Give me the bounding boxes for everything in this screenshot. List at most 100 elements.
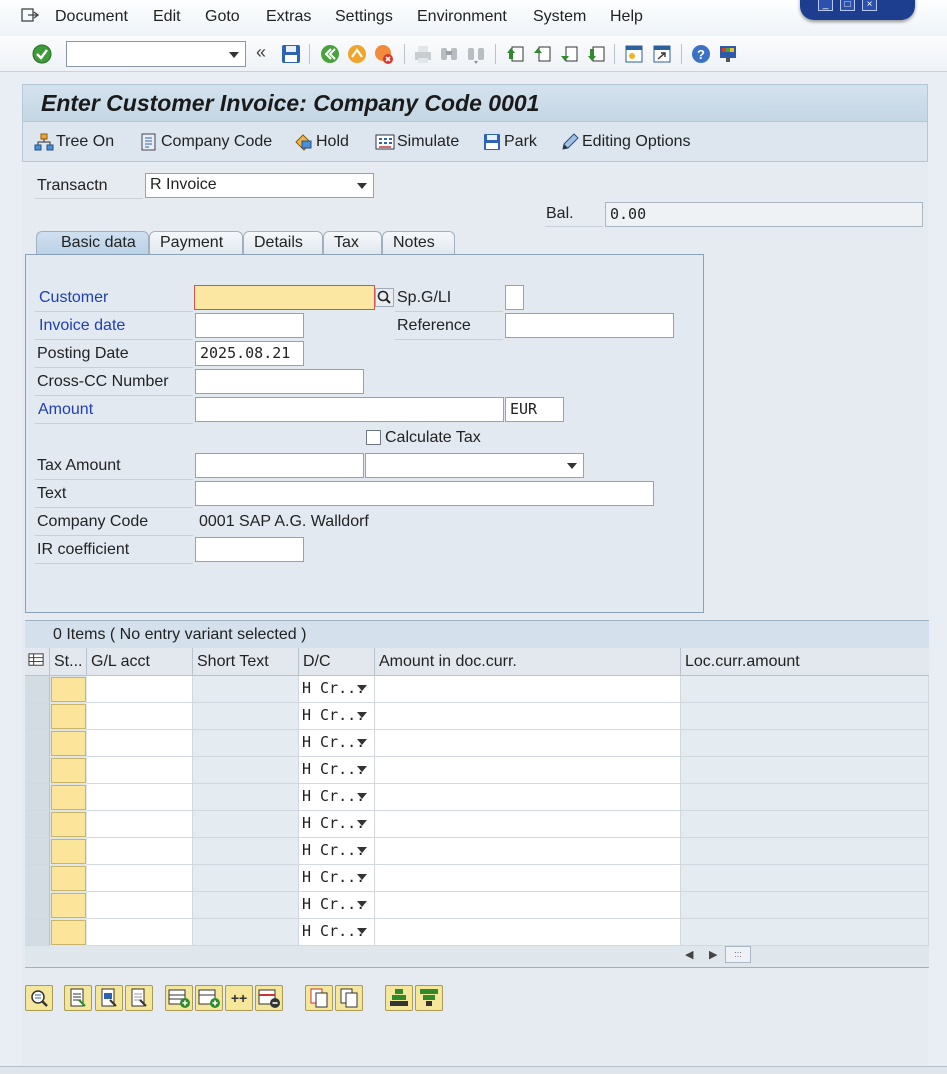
chevron-down-icon[interactable] [357, 712, 367, 718]
menu-exit-icon[interactable] [21, 7, 39, 23]
amount-doc-curr-cell[interactable] [375, 757, 681, 784]
copy-button[interactable] [305, 985, 333, 1011]
enter-icon[interactable] [31, 43, 53, 65]
chevron-down-icon[interactable] [357, 739, 367, 745]
save-icon[interactable] [280, 43, 302, 65]
row-selector[interactable] [25, 703, 50, 730]
simulate-button[interactable]: Simulate [375, 132, 459, 152]
dc-select[interactable]: H Cr... [299, 784, 375, 811]
menu-goto[interactable]: Goto [205, 8, 240, 26]
amount-doc-curr-cell[interactable] [375, 703, 681, 730]
dc-select[interactable]: H Cr... [299, 811, 375, 838]
dc-select[interactable]: H Cr... [299, 703, 375, 730]
park-button[interactable]: Park [482, 132, 537, 152]
tab-tax[interactable]: Tax [323, 231, 382, 255]
dc-select[interactable]: H Cr... [299, 757, 375, 784]
dc-select[interactable]: H Cr... [299, 838, 375, 865]
gl-account-cell[interactable] [87, 892, 193, 919]
dc-select[interactable]: H Cr... [299, 892, 375, 919]
row-selector[interactable] [25, 892, 50, 919]
row-selector[interactable] [25, 784, 50, 811]
insert-row-button[interactable] [165, 985, 193, 1011]
chevron-down-icon[interactable] [357, 874, 367, 880]
dc-select[interactable]: H Cr... [299, 730, 375, 757]
menu-system[interactable]: System [533, 8, 586, 26]
gl-account-cell[interactable] [87, 838, 193, 865]
delete-row-button[interactable] [255, 985, 283, 1011]
amount-doc-curr-cell[interactable] [375, 730, 681, 757]
amount-doc-curr-cell[interactable] [375, 919, 681, 946]
customer-input[interactable] [194, 285, 375, 310]
tree-on-button[interactable]: Tree On [34, 132, 114, 152]
collapse-chevron-icon[interactable]: « [256, 42, 266, 63]
chevron-down-icon[interactable] [357, 766, 367, 772]
deselect-button[interactable] [125, 985, 153, 1011]
close-icon[interactable]: × [862, 0, 877, 11]
row-selector[interactable] [25, 757, 50, 784]
shortcut-icon[interactable] [651, 43, 673, 65]
ir-coefficient-input[interactable] [195, 537, 304, 562]
chevron-down-icon[interactable] [357, 820, 367, 826]
find-icon[interactable] [438, 43, 460, 65]
tax-amount-input[interactable] [195, 453, 364, 478]
select-block-button[interactable] [95, 985, 123, 1011]
amount-doc-curr-cell[interactable] [375, 865, 681, 892]
gl-account-cell[interactable] [87, 784, 193, 811]
amount-doc-curr-cell[interactable] [375, 811, 681, 838]
exit-icon[interactable] [346, 43, 368, 65]
gl-account-cell[interactable] [87, 703, 193, 730]
help-icon[interactable]: ? [690, 43, 712, 65]
menu-extras[interactable]: Extras [266, 8, 311, 26]
gl-account-cell[interactable] [87, 919, 193, 946]
column-header-short-text[interactable]: Short Text [193, 648, 299, 676]
menu-environment[interactable]: Environment [417, 8, 507, 26]
gl-account-cell[interactable] [87, 676, 193, 703]
dc-select[interactable]: H Cr... [299, 676, 375, 703]
horizontal-scrollbar-thumb[interactable]: ::: [725, 946, 751, 963]
calculate-tax-checkbox[interactable] [366, 430, 381, 445]
next-page-icon[interactable] [558, 43, 580, 65]
sort-ascending-button[interactable] [385, 985, 413, 1011]
amount-doc-curr-cell[interactable] [375, 892, 681, 919]
last-page-icon[interactable] [585, 43, 607, 65]
menu-edit[interactable]: Edit [153, 8, 181, 26]
amount-doc-curr-cell[interactable] [375, 784, 681, 811]
select-all-button[interactable] [64, 985, 92, 1011]
add-row-button[interactable] [195, 985, 223, 1011]
row-selector[interactable] [25, 919, 50, 946]
dc-select[interactable]: H Cr... [299, 919, 375, 946]
command-field[interactable] [66, 41, 246, 67]
add-multiple-rows-button[interactable]: ++ [225, 985, 253, 1011]
gl-account-cell[interactable] [87, 730, 193, 757]
transaction-select[interactable]: R Invoice [145, 173, 374, 198]
table-settings-icon[interactable] [25, 648, 50, 676]
scroll-right-icon[interactable]: ▶ [709, 948, 717, 961]
gl-account-cell[interactable] [87, 865, 193, 892]
amount-doc-curr-cell[interactable] [375, 838, 681, 865]
gl-account-cell[interactable] [87, 811, 193, 838]
chevron-down-icon[interactable] [229, 52, 239, 58]
detail-button[interactable] [25, 985, 53, 1011]
scroll-left-icon[interactable]: ◀ [685, 948, 693, 961]
customize-layout-icon[interactable] [717, 43, 739, 65]
row-selector[interactable] [25, 811, 50, 838]
column-header-gl-account[interactable]: G/L acct [87, 648, 193, 676]
tab-notes[interactable]: Notes [382, 231, 455, 255]
invoice-date-input[interactable] [195, 313, 304, 338]
row-selector[interactable] [25, 730, 50, 757]
paste-button[interactable] [335, 985, 363, 1011]
posting-date-input[interactable]: 2025.08.21 [195, 341, 304, 366]
chevron-down-icon[interactable] [357, 685, 367, 691]
editing-options-button[interactable]: Editing Options [560, 132, 691, 152]
hold-button[interactable]: Hold [294, 132, 349, 152]
chevron-down-icon[interactable] [357, 847, 367, 853]
minimize-icon[interactable]: _ [818, 0, 833, 11]
column-header-loc-curr-amount[interactable]: Loc.curr.amount [681, 648, 929, 676]
print-icon[interactable] [412, 43, 434, 65]
first-page-icon[interactable] [504, 43, 526, 65]
chevron-down-icon[interactable] [357, 793, 367, 799]
chevron-down-icon[interactable] [357, 928, 367, 934]
amount-input[interactable] [195, 397, 504, 422]
reference-input[interactable] [505, 313, 674, 338]
find-next-icon[interactable] [465, 43, 487, 65]
